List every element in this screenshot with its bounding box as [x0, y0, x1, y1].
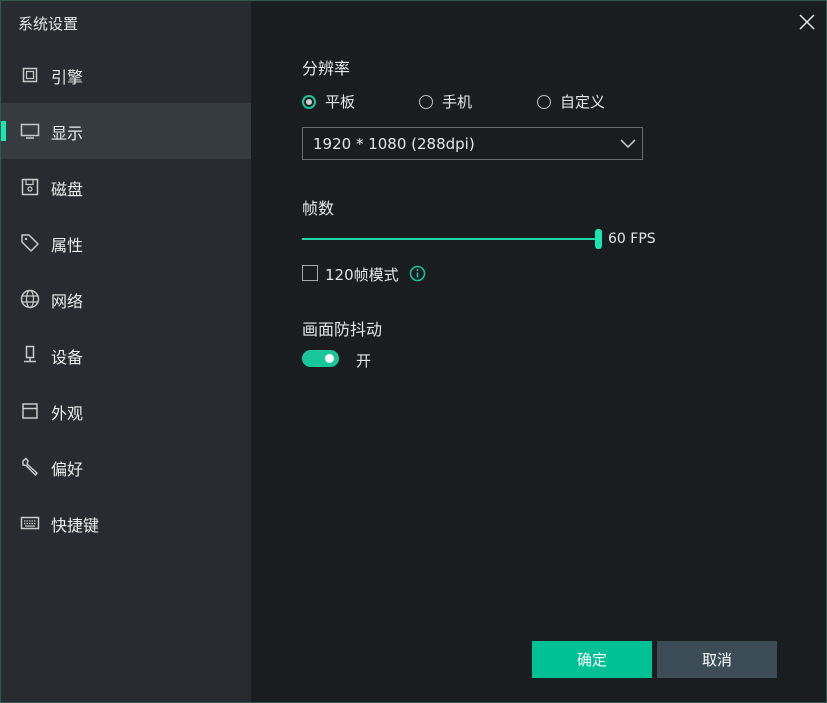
active-indicator	[1, 121, 6, 141]
sidebar-item-label: 网络	[51, 292, 84, 311]
radio-label: 自定义	[560, 93, 606, 111]
sidebar-item-appearance[interactable]: 外观	[1, 383, 251, 439]
sidebar-item-preferences[interactable]: 偏好	[1, 439, 251, 495]
fps-slider-track[interactable]	[302, 238, 598, 240]
cpu-chip-icon	[20, 65, 40, 85]
tag-icon	[20, 233, 40, 253]
radio-circle	[419, 94, 433, 109]
sidebar-item-label: 磁盘	[51, 180, 84, 199]
sidebar-item-label: 设备	[51, 348, 84, 367]
window-icon	[20, 401, 40, 421]
toggle-knob	[325, 354, 334, 363]
120fps-label: 120帧模式	[325, 266, 399, 284]
sidebar-item-disk[interactable]: 磁盘	[1, 159, 251, 215]
sidebar-item-device[interactable]: 设备	[1, 327, 251, 383]
toggle-state-label: 开	[356, 352, 372, 370]
radio-custom[interactable]: 自定义	[537, 91, 605, 112]
radio-circle	[302, 94, 316, 109]
sidebar-item-label: 属性	[51, 236, 84, 255]
sidebar-item-label: 快捷键	[51, 516, 100, 535]
info-button[interactable]	[409, 265, 426, 286]
chevron-down-icon	[620, 136, 636, 156]
close-button[interactable]	[798, 13, 816, 31]
resolution-title: 分辨率	[302, 59, 351, 78]
stabilization-title: 画面防抖动	[302, 320, 383, 339]
keyboard-icon	[20, 513, 40, 533]
settings-window: 系统设置 引擎 显示 磁盘 属性 网络 设备 外观 偏好 快捷键 分辨率 平板 …	[0, 0, 827, 703]
radio-tablet[interactable]: 平板	[302, 91, 355, 112]
120fps-checkbox[interactable]	[302, 265, 318, 281]
stabilization-toggle[interactable]	[302, 350, 339, 367]
wrench-icon	[20, 457, 40, 477]
sidebar: 系统设置 引擎 显示 磁盘 属性 网络 设备 外观 偏好 快捷键	[1, 1, 251, 702]
sidebar-item-engine[interactable]: 引擎	[1, 47, 251, 103]
sidebar-item-display[interactable]: 显示	[1, 103, 251, 159]
window-title: 系统设置	[18, 15, 79, 33]
fps-value: 60 FPS	[608, 231, 656, 247]
sidebar-item-shortcuts[interactable]: 快捷键	[1, 495, 251, 551]
floppy-disk-icon	[20, 177, 40, 197]
sidebar-item-label: 显示	[51, 124, 84, 143]
monitor-icon	[20, 121, 40, 141]
sidebar-item-properties[interactable]: 属性	[1, 215, 251, 271]
fps-slider-thumb[interactable]	[595, 229, 602, 249]
sidebar-item-label: 外观	[51, 404, 84, 423]
fps-title: 帧数	[302, 199, 335, 218]
phone-stand-icon	[20, 345, 40, 365]
radio-circle	[537, 94, 551, 109]
info-icon	[409, 265, 426, 282]
radio-phone[interactable]: 手机	[419, 91, 472, 112]
radio-label: 手机	[442, 93, 473, 111]
resolution-value: 1920 * 1080 (288dpi)	[313, 134, 475, 153]
sidebar-item-label: 引擎	[51, 68, 84, 87]
cancel-button[interactable]: 取消	[657, 641, 777, 678]
radio-label: 平板	[325, 93, 356, 111]
globe-icon	[20, 289, 40, 309]
sidebar-item-network[interactable]: 网络	[1, 271, 251, 327]
close-icon	[799, 14, 815, 30]
sidebar-item-label: 偏好	[51, 460, 84, 479]
resolution-select[interactable]: 1920 * 1080 (288dpi)	[302, 127, 643, 160]
confirm-button[interactable]: 确定	[532, 641, 652, 678]
